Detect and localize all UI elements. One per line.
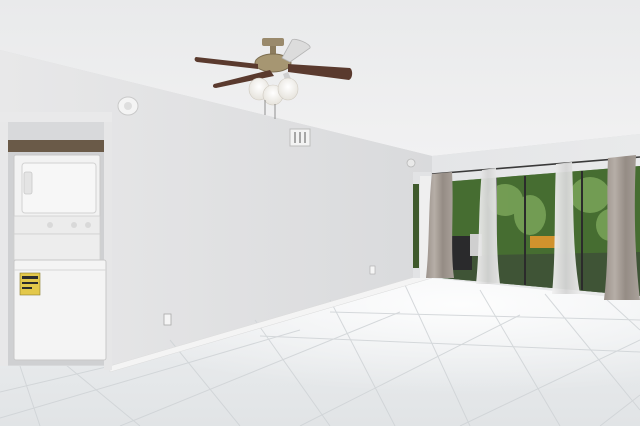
energy-guide-label — [19, 272, 41, 296]
stacked-washer-dryer-icon — [13, 154, 107, 361]
curtain-right — [604, 155, 640, 300]
ac-vent-icon — [289, 128, 311, 147]
thermostat-icon — [406, 158, 416, 168]
smoke-detector-icon — [117, 96, 139, 116]
room-scene — [0, 0, 640, 426]
